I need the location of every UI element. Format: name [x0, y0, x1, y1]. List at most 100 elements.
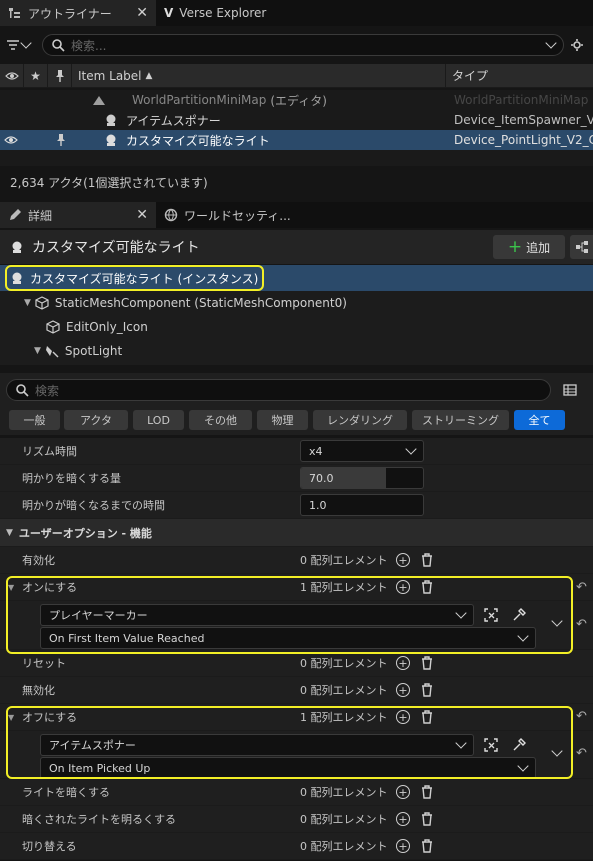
blueprint-button[interactable] — [570, 235, 593, 259]
expand-arrow-icon[interactable]: ▼ — [34, 346, 41, 356]
array-element-count: 0 配列エレメント — [300, 684, 388, 697]
trash-icon[interactable] — [420, 683, 434, 697]
trash-icon[interactable] — [420, 812, 434, 826]
eyedropper-icon[interactable] — [512, 608, 526, 622]
dim-amount-slider[interactable]: 70.0 — [300, 467, 424, 489]
filter-chip-rendering[interactable]: レンダリング — [313, 410, 407, 430]
actor-name[interactable]: カスタマイズ可能なライト — [32, 237, 200, 257]
trash-icon[interactable] — [420, 656, 434, 670]
reset-arrow-icon[interactable]: ↶ — [576, 746, 587, 761]
visibility-column[interactable] — [0, 63, 24, 88]
list-item-selected[interactable]: カスタマイズ可能なライト Device_PointLight_V2_C — [0, 130, 593, 150]
star-icon[interactable]: ★ — [24, 63, 48, 88]
property-row: ▼ オフにする 1 配列エレメント + — [0, 704, 593, 731]
tree-item[interactable]: ▼ StaticMeshComponent (StaticMeshCompone… — [0, 291, 593, 315]
tab-outliner[interactable]: アウトライナー ✕ — [0, 0, 156, 26]
trash-icon[interactable] — [420, 785, 434, 799]
expand-arrow-icon[interactable]: ▼ — [24, 298, 31, 308]
trash-icon[interactable] — [420, 839, 434, 853]
eye-icon[interactable] — [4, 133, 18, 147]
property-label: 明かりが暗くなるまでの時間 — [22, 499, 165, 512]
event-dropdown[interactable]: On First Item Value Reached — [40, 627, 536, 649]
chevron-down-icon[interactable] — [551, 615, 563, 627]
list-item-type: Device_PointLight_V2_C — [454, 133, 593, 147]
dim-time-value: 1.0 — [309, 498, 327, 512]
filter-chip-general[interactable]: 一般 — [9, 410, 60, 430]
device-dropdown-value: プレイヤーマーカー — [49, 609, 148, 622]
select-actor-icon[interactable] — [484, 608, 498, 622]
item-label-column-header[interactable]: Item Label ▲ — [72, 63, 446, 88]
event-dropdown-value: On First Item Value Reached — [49, 631, 205, 645]
add-component-button[interactable]: + 追加 — [493, 235, 565, 259]
device-dropdown-value: アイテムスポナー — [49, 739, 136, 752]
select-actor-icon[interactable] — [484, 738, 498, 752]
trash-icon[interactable] — [420, 553, 434, 567]
chevron-down-icon — [517, 630, 529, 642]
add-element-icon[interactable]: + — [396, 656, 410, 670]
details-search-bar: 検索 — [0, 373, 593, 407]
reset-arrow-icon[interactable]: ↶ — [576, 709, 587, 724]
add-element-icon[interactable]: + — [396, 580, 410, 594]
outliner-icon — [9, 8, 20, 18]
pin-icon[interactable] — [54, 133, 68, 147]
device-icon — [12, 241, 22, 253]
filter-button[interactable] — [6, 37, 32, 52]
reset-arrow-icon[interactable]: ↶ — [576, 580, 587, 595]
expand-arrow-icon[interactable]: ▼ — [8, 713, 14, 722]
filter-chip-lod[interactable]: LOD — [133, 410, 184, 430]
event-dropdown[interactable]: On Item Picked Up — [40, 757, 536, 779]
property-label: リセット — [22, 657, 66, 670]
pin-column[interactable] — [48, 63, 72, 88]
tree-item[interactable]: EditOnly_Icon — [0, 315, 593, 339]
close-icon[interactable]: ✕ — [136, 207, 148, 223]
outliner-status: 2,634 アクタ(1個選択されています) — [10, 176, 208, 190]
close-icon[interactable]: ✕ — [136, 5, 148, 21]
trash-icon[interactable] — [420, 580, 434, 594]
property-row: 無効化 0 配列エレメント + — [0, 677, 593, 704]
property-row: ライトを暗くする 0 配列エレメント + — [0, 779, 593, 806]
filter-chip-streaming[interactable]: ストリーミング — [412, 410, 509, 430]
list-item-sublabel: (エディタ) — [270, 93, 327, 108]
details-search-input[interactable]: 検索 — [6, 379, 551, 401]
tab-world-settings[interactable]: ワールドセッティ... — [156, 202, 316, 228]
device-dropdown[interactable]: プレイヤーマーカー — [40, 604, 474, 626]
chevron-down-icon[interactable] — [545, 37, 557, 49]
search-icon — [16, 384, 29, 397]
add-button-label: 追加 — [526, 240, 551, 255]
expand-arrow-icon[interactable]: ▼ — [8, 583, 14, 592]
eyedropper-icon[interactable] — [512, 738, 526, 752]
filter-chip-actor[interactable]: アクタ — [64, 410, 128, 430]
device-dropdown[interactable]: アイテムスポナー — [40, 734, 474, 756]
reset-arrow-icon[interactable]: ↶ — [576, 617, 587, 632]
tab-verse-explorer[interactable]: V Verse Explorer — [156, 0, 316, 26]
filter-chip-all[interactable]: 全て — [514, 410, 565, 430]
list-item[interactable]: アイテムスポナー Device_ItemSpawner_V3 — [0, 110, 593, 130]
rhythm-time-dropdown[interactable]: x4 — [300, 440, 424, 462]
dim-time-input[interactable]: 1.0 — [300, 494, 424, 516]
add-element-icon[interactable]: + — [396, 839, 410, 853]
blueprint-icon — [576, 241, 588, 253]
outliner-search-input[interactable]: 検索... — [42, 34, 564, 56]
type-column-header[interactable]: タイプ — [446, 67, 488, 84]
tree-item[interactable]: ▼ SpotLight — [0, 339, 593, 363]
filter-chip-physics[interactable]: 物理 — [257, 410, 308, 430]
filter-chip-other[interactable]: その他 — [189, 410, 252, 430]
add-element-icon[interactable]: + — [396, 683, 410, 697]
chevron-down-icon[interactable] — [551, 745, 563, 757]
table-view-icon[interactable] — [563, 383, 577, 397]
tab-details[interactable]: 詳細 ✕ — [0, 202, 156, 228]
property-label: 暗くされたライトを明るくする — [22, 813, 176, 826]
add-element-icon[interactable]: + — [396, 710, 410, 724]
section-header[interactable]: ▼ ユーザーオプション - 機能 — [0, 519, 593, 547]
settings-icon[interactable] — [570, 38, 584, 52]
outliner-search-placeholder: 検索... — [71, 38, 107, 53]
root-component-row[interactable]: カスタマイズ可能なライト (インスタンス) — [0, 265, 593, 291]
property-row: リズム時間 x4 — [0, 438, 593, 465]
add-element-icon[interactable]: + — [396, 812, 410, 826]
tab-verse-label: Verse Explorer — [179, 6, 267, 20]
add-element-icon[interactable]: + — [396, 785, 410, 799]
trash-icon[interactable] — [420, 710, 434, 724]
add-element-icon[interactable]: + — [396, 553, 410, 567]
list-item[interactable]: WorldPartitionMiniMap (エディタ) WorldPartit… — [0, 90, 593, 110]
chevron-down-icon — [20, 37, 32, 49]
